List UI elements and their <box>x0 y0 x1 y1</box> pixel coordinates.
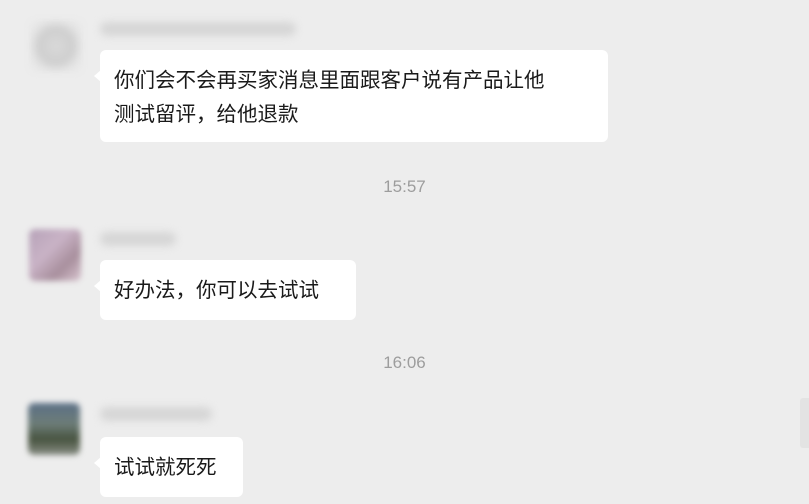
message-bubble[interactable]: 试试就死死 <box>94 437 243 497</box>
avatar[interactable] <box>30 20 82 72</box>
message-bubble[interactable]: 你们会不会再买家消息里面跟客户说有产品让他 测试留评，给他退款 <box>94 50 608 142</box>
message-bubble[interactable]: 好办法，你可以去试试 <box>94 260 356 320</box>
avatar[interactable] <box>29 229 81 281</box>
timestamp: 15:57 <box>383 177 426 196</box>
sender-name <box>100 232 176 246</box>
chat-area[interactable]: 你们会不会再买家消息里面跟客户说有产品让他 测试留评，给他退款 15:57 好办… <box>0 0 809 504</box>
scrollbar[interactable] <box>800 398 809 448</box>
sender-name <box>100 22 296 36</box>
sender-name <box>100 407 212 421</box>
timestamp: 16:06 <box>383 353 426 372</box>
avatar[interactable] <box>28 403 80 455</box>
